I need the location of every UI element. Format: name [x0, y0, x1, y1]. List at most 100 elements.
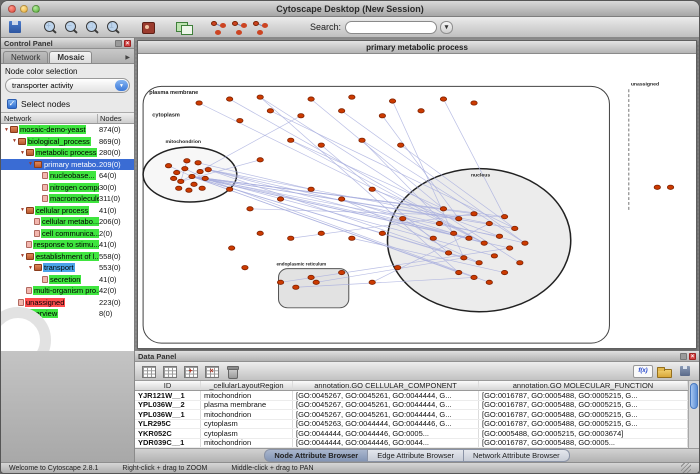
network-node[interactable] [189, 174, 195, 178]
network-node[interactable] [226, 97, 232, 101]
tree-column-nodes[interactable]: Nodes [98, 114, 134, 123]
network-node[interactable] [451, 231, 457, 235]
tab-node-attribute-browser[interactable]: Node Attribute Browser [264, 449, 368, 462]
network-node[interactable] [308, 187, 314, 191]
tree-column-network[interactable]: Network [1, 114, 98, 123]
resize-grip[interactable] [681, 463, 691, 473]
table-cell[interactable]: cytoplasm [201, 429, 293, 438]
table-row[interactable]: YLR295Ccytoplasm[GO:0045263, GO:0044444,… [135, 420, 688, 430]
first-neighbors-icon[interactable] [209, 19, 228, 36]
network-node[interactable] [308, 275, 314, 279]
network-node[interactable] [400, 216, 406, 220]
column-header[interactable]: ID [135, 381, 201, 390]
network-node[interactable] [430, 236, 436, 240]
network-node[interactable] [338, 109, 344, 113]
network-node[interactable] [398, 143, 404, 147]
table-cell[interactable]: YLR295C [135, 420, 201, 429]
network-node[interactable] [288, 236, 294, 240]
network-node[interactable] [476, 261, 482, 265]
network-node[interactable] [257, 158, 263, 162]
table-cell[interactable]: YJR121W__1 [135, 391, 201, 400]
network-node[interactable] [522, 241, 528, 245]
network-node[interactable] [481, 241, 487, 245]
network-node[interactable] [205, 167, 211, 171]
network-node[interactable] [486, 221, 492, 225]
tab-mosaic[interactable]: Mosaic [49, 51, 92, 63]
tree-item[interactable]: cellular metabo...206(0) [1, 216, 134, 228]
network-node[interactable] [247, 207, 253, 211]
network-node[interactable] [237, 118, 243, 122]
table-cell[interactable]: YPL036W__1 [135, 410, 201, 419]
network-window-titlebar[interactable]: primary metabolic process [138, 41, 696, 54]
network-node[interactable] [338, 270, 344, 274]
tree-item[interactable]: multi-organism pro...42(0) [1, 285, 134, 297]
network-node[interactable] [267, 109, 273, 113]
trash-icon[interactable] [223, 363, 242, 380]
network-node[interactable] [229, 246, 235, 250]
table-cell[interactable]: YPL036W__2 [135, 401, 201, 410]
network-node[interactable] [288, 138, 294, 142]
select-attributes-icon[interactable] [139, 363, 158, 380]
network-node[interactable] [186, 188, 192, 192]
network-node[interactable] [197, 169, 203, 173]
expand-arrow-icon[interactable]: ▼ [27, 265, 34, 271]
vizmapper-icon[interactable] [251, 19, 270, 36]
scrollbar-thumb[interactable] [690, 383, 698, 409]
tree-item[interactable]: nucleobase...64(0) [1, 170, 134, 182]
expand-arrow-icon[interactable]: ▼ [19, 150, 26, 156]
table-cell[interactable]: YDR039C__1 [135, 439, 201, 448]
network-node[interactable] [170, 176, 176, 180]
network-node[interactable] [165, 164, 171, 168]
expand-arrow-icon[interactable]: ▼ [11, 138, 18, 144]
data-panel-float-icon[interactable] [680, 353, 687, 360]
data-panel-close-icon[interactable]: × [689, 353, 696, 360]
network-node[interactable] [501, 270, 507, 274]
network-node[interactable] [359, 138, 365, 142]
network-node[interactable] [202, 176, 208, 180]
tree-item[interactable]: ▼primary metabo...209(0) [1, 159, 134, 171]
tree-item[interactable]: macromolecule...311(0) [1, 193, 134, 205]
table-cell[interactable]: plasma membrane [201, 401, 293, 410]
network-node[interactable] [298, 114, 304, 118]
column-header[interactable]: annotation.GO MOLECULAR_FUNCTION [479, 381, 688, 390]
search-input[interactable] [345, 21, 437, 34]
create-attribute-icon[interactable]: + [181, 363, 200, 380]
table-cell[interactable]: mitochondrion [201, 410, 293, 419]
control-panel-close-icon[interactable]: × [124, 40, 131, 47]
tree-item[interactable]: secretion41(0) [1, 274, 134, 286]
network-node[interactable] [313, 280, 319, 284]
expand-arrow-icon[interactable]: ▼ [19, 253, 26, 259]
network-node[interactable] [242, 265, 248, 269]
column-header[interactable]: annotation.GO CELLULAR_COMPONENT [293, 381, 479, 390]
minimize-window-button[interactable] [20, 5, 28, 13]
data-panel-titlebar[interactable]: Data Panel × [135, 351, 699, 362]
network-node[interactable] [471, 101, 477, 105]
network-node[interactable] [277, 280, 283, 284]
network-node[interactable] [491, 254, 497, 258]
network-node[interactable] [456, 216, 462, 220]
table-row[interactable]: YJR121W__1mitochondrion[GO:0045267, GO:0… [135, 391, 688, 401]
table-cell[interactable]: [GO:0016787, GO:0005488, GO:0005215, G..… [479, 401, 688, 410]
table-cell[interactable]: YKR052C [135, 429, 201, 438]
table-cell[interactable]: [GO:0045263, GO:0044444, GO:0044446, G..… [293, 420, 479, 429]
table-cell[interactable]: mitochondrion [201, 391, 293, 400]
network-node[interactable] [456, 270, 462, 274]
tab-network[interactable]: Network [3, 51, 48, 63]
create-network-icon[interactable] [230, 19, 249, 36]
network-node[interactable] [176, 186, 182, 190]
network-node[interactable] [199, 186, 205, 190]
network-edge[interactable] [291, 140, 444, 209]
network-node[interactable] [440, 207, 446, 211]
table-cell[interactable]: [GO:0005488, GO:0005215, GO:0003674] [479, 429, 688, 438]
table-cell[interactable]: [GO:0044444, GO:0044446, GO:0005... [293, 429, 479, 438]
column-header[interactable]: _cellularLayoutRegion [201, 381, 293, 390]
table-cell[interactable]: [GO:0016787, GO:0005488, GO:0005215, G..… [479, 420, 688, 429]
network-node[interactable] [191, 182, 197, 186]
network-node[interactable] [389, 99, 395, 103]
tree-item[interactable]: ▼biological_process869(0) [1, 136, 134, 148]
network-node[interactable] [338, 197, 344, 201]
color-attribute-dropdown[interactable]: transporter activity ▼ [5, 78, 130, 93]
tree-item[interactable]: ▼mosaic-demo-yeast874(0) [1, 124, 134, 136]
network-node[interactable] [195, 161, 201, 165]
expand-arrow-icon[interactable]: ▼ [19, 207, 26, 213]
